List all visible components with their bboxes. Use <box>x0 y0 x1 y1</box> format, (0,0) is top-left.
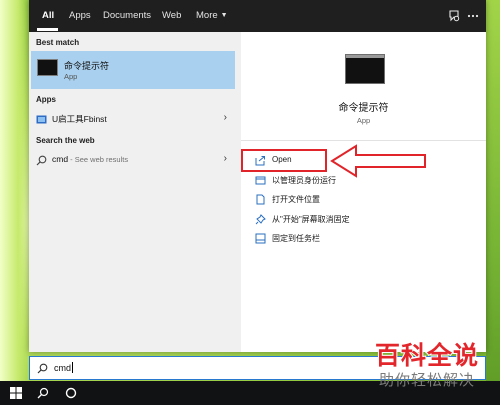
action-unpin-start[interactable]: 从"开始"屏幕取消固定 <box>255 212 455 228</box>
apps-heading: Apps <box>36 95 56 104</box>
action-run-as-admin-label: 以管理员身份运行 <box>272 176 336 185</box>
windows-icon[interactable] <box>10 387 22 399</box>
text-cursor <box>72 362 74 373</box>
command-prompt-large-icon <box>345 54 385 84</box>
tab-apps[interactable]: Apps <box>69 0 91 32</box>
web-result-item[interactable]: cmd - See web results › <box>31 149 235 171</box>
feedback-icon[interactable] <box>447 9 461 23</box>
detail-title: 命令提示符 <box>338 103 389 114</box>
search-input-value: cmd <box>54 362 74 373</box>
best-match-subtitle: App <box>64 72 78 81</box>
detail-subtitle: App <box>356 116 371 125</box>
app-result-label: U启工具Fbinst <box>52 114 107 124</box>
detail-divider <box>241 140 486 141</box>
pin-icon <box>255 233 266 244</box>
open-highlight-box <box>241 149 327 172</box>
app-icon <box>36 115 47 124</box>
search-filter-bar: All Apps Documents Web More ▼ <box>29 0 486 32</box>
best-match-title: 命令提示符 <box>64 61 110 71</box>
chevron-right-icon[interactable]: › <box>224 112 227 123</box>
tab-more[interactable]: More ▼ <box>196 0 228 32</box>
cortana-icon[interactable] <box>65 387 77 399</box>
app-result-item[interactable]: U启工具Fbinst › <box>31 108 235 130</box>
search-icon[interactable] <box>37 387 49 399</box>
action-open-file-location-label: 打开文件位置 <box>272 195 320 204</box>
active-tab-indicator <box>37 28 58 31</box>
chevron-down-icon: ▼ <box>220 12 228 19</box>
best-match-heading: Best match <box>36 38 80 47</box>
web-query-text: cmd <box>52 154 69 164</box>
action-pin-taskbar-label: 固定到任务栏 <box>272 234 320 243</box>
action-open-file-location[interactable]: 打开文件位置 <box>255 192 455 208</box>
best-match-item[interactable]: 命令提示符 App <box>31 51 235 89</box>
action-unpin-start-label: 从"开始"屏幕取消固定 <box>272 215 350 224</box>
search-query: cmd <box>54 363 72 373</box>
results-list: Best match 命令提示符 App Apps U启工具Fbinst › S… <box>29 32 240 352</box>
shield-icon <box>255 176 266 185</box>
file-location-icon <box>256 194 265 205</box>
web-result-hint: - See web results <box>68 155 129 164</box>
web-heading: Search the web <box>36 136 95 145</box>
search-icon <box>36 155 47 166</box>
tab-more-label: More <box>196 10 218 21</box>
desktop-wallpaper <box>0 0 30 405</box>
watermark-subtitle: 助你轻松解决 <box>378 372 475 389</box>
unpin-icon <box>255 214 266 225</box>
watermark-logo: 百科全说 助你轻松解决 <box>368 341 486 402</box>
tab-web[interactable]: Web <box>162 0 181 32</box>
detail-pane: 命令提示符 App Open 以管理员身份运行 打开文件位置 从"开始"屏幕取消… <box>241 32 486 352</box>
web-result-label: cmd - See web results <box>52 154 128 164</box>
command-prompt-icon <box>37 59 58 76</box>
annotation-arrow-icon <box>330 144 426 178</box>
search-icon <box>37 363 48 374</box>
desktop-wallpaper-edge <box>486 0 500 405</box>
tab-documents[interactable]: Documents <box>103 0 151 32</box>
action-pin-taskbar[interactable]: 固定到任务栏 <box>255 231 455 247</box>
more-options-icon[interactable] <box>466 9 480 23</box>
chevron-right-icon[interactable]: › <box>224 153 227 164</box>
watermark-title: 百科全说 <box>374 341 479 371</box>
